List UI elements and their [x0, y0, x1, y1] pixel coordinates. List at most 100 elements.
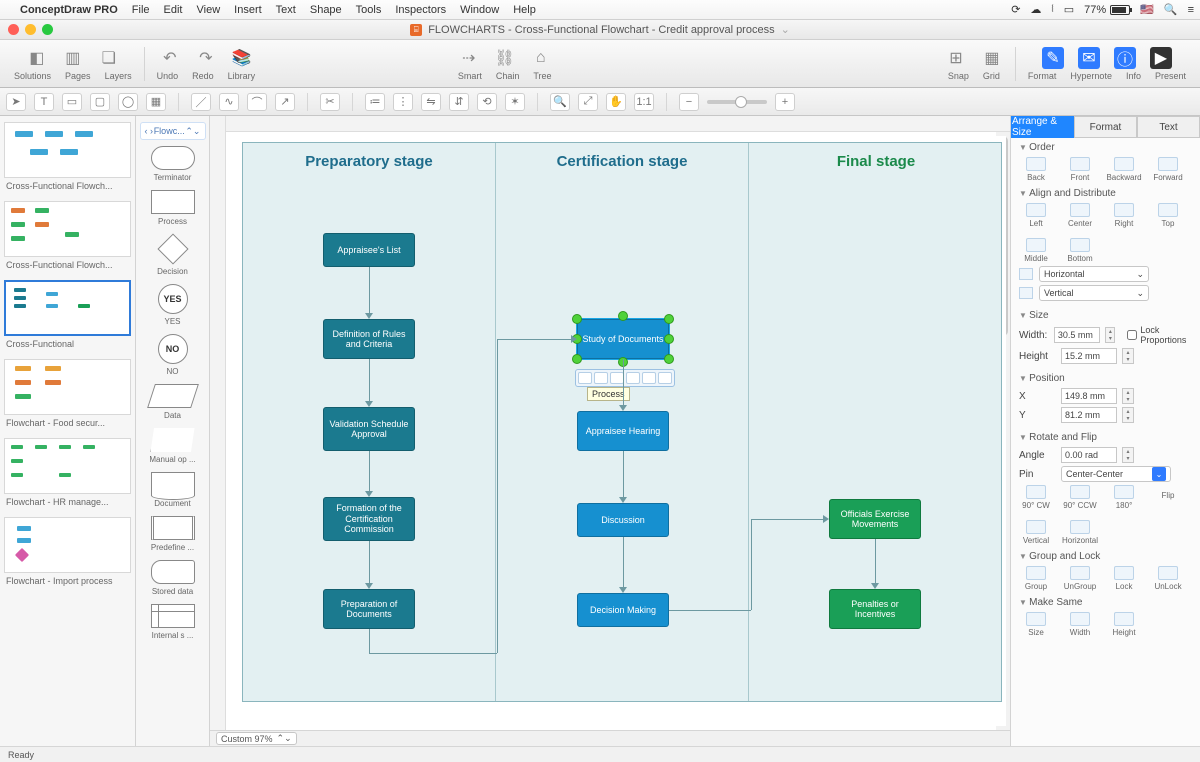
snap-button[interactable]: ⊞ — [945, 47, 967, 69]
menu-window[interactable]: Window — [460, 4, 499, 16]
page-thumb[interactable]: Flowchart - Import process — [4, 517, 131, 586]
smart-connector-button[interactable]: ⇢ — [458, 47, 480, 69]
zoom-select[interactable]: Custom 97%⌃⌄ — [216, 732, 297, 745]
x-stepper[interactable]: ▴▾ — [1122, 388, 1134, 404]
flow-box[interactable]: Decision Making — [577, 593, 669, 627]
present-button[interactable]: ▶ — [1150, 47, 1172, 69]
align-tool[interactable]: ≔ — [365, 93, 385, 111]
connector[interactable] — [751, 519, 752, 610]
rotate-180-button[interactable]: 180° — [1107, 485, 1141, 510]
flip-v-tool[interactable]: ⇵ — [449, 93, 469, 111]
same-width-button[interactable]: Width — [1063, 612, 1097, 637]
quick-action[interactable] — [642, 372, 656, 384]
menu-inspectors[interactable]: Inspectors — [395, 4, 446, 16]
menu-edit[interactable]: Edit — [164, 4, 183, 16]
tab-text[interactable]: Text — [1137, 116, 1200, 138]
distribute-horizontal-select[interactable]: Horizontal⌄ — [1039, 266, 1149, 282]
lane-header-2[interactable]: Certification stage — [496, 153, 748, 170]
undo-button[interactable]: ↶ — [159, 47, 181, 69]
flow-box[interactable]: Officials Exercise Movements — [829, 499, 921, 539]
distribute-vertical-select[interactable]: Vertical⌄ — [1039, 285, 1149, 301]
page-thumb[interactable]: Flowchart - HR manage... — [4, 438, 131, 507]
cloud-icon[interactable]: ☁ — [1030, 3, 1041, 16]
shape-document[interactable]: Document — [151, 472, 195, 508]
shape-process[interactable]: Process — [151, 190, 195, 226]
flow-box[interactable]: Formation of the Certification Commissio… — [323, 497, 415, 541]
shape-decision[interactable]: Decision — [157, 234, 188, 276]
shape-stored-data[interactable]: Stored data — [151, 560, 195, 596]
align-top-button[interactable]: Top — [1151, 203, 1185, 228]
angle-tool[interactable]: ✶ — [505, 93, 525, 111]
connector[interactable] — [369, 629, 370, 653]
tab-format[interactable]: Format — [1074, 116, 1137, 138]
app-name[interactable]: ConceptDraw PRO — [20, 4, 118, 16]
shape-predefined[interactable]: Predefine ... — [151, 516, 195, 552]
pages-panel[interactable]: Cross-Functional Flowch... Cross-Functio… — [0, 116, 136, 746]
sync-icon[interactable]: ⟳ — [1011, 3, 1020, 16]
menu-insert[interactable]: Insert — [234, 4, 262, 16]
resize-handle[interactable] — [664, 314, 674, 324]
connector[interactable] — [369, 541, 370, 585]
section-title[interactable]: Group and Lock — [1019, 551, 1192, 562]
section-title[interactable]: Rotate and Flip — [1019, 432, 1192, 443]
pin-select[interactable]: Center-Center⌄ — [1061, 466, 1171, 482]
pages-button[interactable]: ▥ — [62, 47, 84, 69]
zoom-in-button[interactable]: + — [775, 93, 795, 111]
flag-icon[interactable]: 🇺🇸 — [1140, 3, 1154, 16]
resize-handle[interactable] — [618, 311, 628, 321]
pointer-tool[interactable]: ➤ — [6, 93, 26, 111]
connector[interactable] — [369, 359, 370, 403]
flow-box-selected[interactable]: Study of Documents — [577, 319, 669, 359]
battery-indicator[interactable]: 77% — [1084, 4, 1130, 16]
info-button[interactable]: ⓘ — [1114, 47, 1136, 69]
ungroup-button[interactable]: UnGroup — [1063, 566, 1097, 591]
page-thumb[interactable]: Cross-Functional Flowch... — [4, 201, 131, 270]
width-input[interactable]: 30.5 mm — [1054, 327, 1101, 343]
shape-library-panel[interactable]: ‹ ›Flowc...⌃⌄ Terminator Process Decisio… — [136, 116, 210, 746]
line-tool[interactable]: ／ — [191, 93, 211, 111]
flip-horizontal-button[interactable]: Horizontal — [1063, 520, 1097, 545]
y-input[interactable]: 81.2 mm — [1061, 407, 1117, 423]
table-tool[interactable]: ▦ — [146, 93, 166, 111]
lock-button[interactable]: Lock — [1107, 566, 1141, 591]
rotate-90ccw-button[interactable]: 90° CCW — [1063, 485, 1097, 510]
angle-input[interactable]: 0.00 rad — [1061, 447, 1117, 463]
order-back-button[interactable]: Back — [1019, 157, 1053, 182]
library-button[interactable]: 📚 — [231, 47, 253, 69]
shape-manual-op[interactable]: Manual op ... — [149, 428, 195, 464]
flip-vertical-button[interactable]: Vertical — [1019, 520, 1053, 545]
page-thumb[interactable]: Flowchart - Food secur... — [4, 359, 131, 428]
page-thumb[interactable]: Cross-Functional Flowch... — [4, 122, 131, 191]
connector[interactable] — [751, 519, 825, 520]
connector[interactable] — [623, 451, 624, 499]
grid-button[interactable]: ▦ — [981, 47, 1003, 69]
rect-tool[interactable]: ▭ — [62, 93, 82, 111]
lane-header-1[interactable]: Preparatory stage — [243, 153, 495, 170]
close-window-button[interactable] — [8, 24, 19, 35]
align-right-button[interactable]: Right — [1107, 203, 1141, 228]
height-input[interactable]: 15.2 mm — [1061, 348, 1117, 364]
unlock-button[interactable]: UnLock — [1151, 566, 1185, 591]
menu-shape[interactable]: Shape — [310, 4, 342, 16]
connector[interactable] — [369, 267, 370, 315]
format-button[interactable]: ✎ — [1042, 47, 1064, 69]
align-bottom-button[interactable]: Bottom — [1063, 238, 1097, 263]
flip-h-tool[interactable]: ⇋ — [421, 93, 441, 111]
group-button[interactable]: Group — [1019, 566, 1053, 591]
section-title[interactable]: Size — [1019, 310, 1192, 321]
flow-box[interactable]: Preparation of Documents — [323, 589, 415, 629]
resize-handle[interactable] — [664, 354, 674, 364]
polyline-tool[interactable]: ∿ — [219, 93, 239, 111]
library-breadcrumb[interactable]: ‹ ›Flowc...⌃⌄ — [140, 122, 206, 140]
hand-tool[interactable]: ✋ — [606, 93, 626, 111]
x-input[interactable]: 149.8 mm — [1061, 388, 1117, 404]
fit-tool[interactable]: ⤢ — [578, 93, 598, 111]
section-title[interactable]: Align and Distribute — [1019, 188, 1192, 199]
flow-box[interactable]: Penalties or Incentives — [829, 589, 921, 629]
menu-text[interactable]: Text — [276, 4, 296, 16]
connector[interactable] — [369, 451, 370, 493]
spotlight-icon[interactable]: 🔍 — [1164, 3, 1178, 16]
align-middle-button[interactable]: Middle — [1019, 238, 1053, 263]
shape-no[interactable]: NONO — [158, 334, 188, 376]
connector[interactable] — [623, 537, 624, 589]
